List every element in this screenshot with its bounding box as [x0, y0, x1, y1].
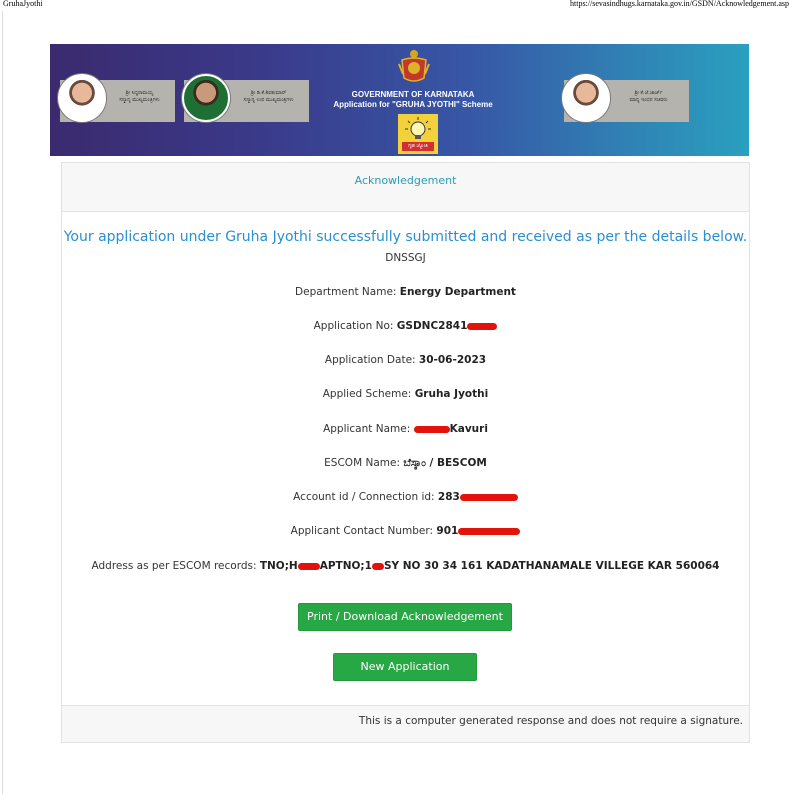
- print-url: https://sevasindhugs.karnataka.gov.in/GS…: [570, 0, 789, 8]
- address-part2: APTNO;1: [319, 560, 372, 572]
- gov-title: GOVERNMENT OF KARNATAKA Application for …: [320, 90, 506, 110]
- chief-minister-photo: [58, 74, 106, 122]
- scheme-value: Gruha Jyothi: [414, 388, 489, 400]
- energy-minister-photo: [562, 74, 610, 122]
- address-part1: TNO;H: [259, 560, 298, 572]
- chief-minister-caption: ಶ್ರೀ ಸಿದ್ದರಾಮಯ್ಯ ಸನ್ಮಾನ್ಯ ಮುಖ್ಯಮಂತ್ರಿಗಳು: [119, 90, 160, 103]
- gov-title-line1: GOVERNMENT OF KARNATAKA: [351, 90, 475, 99]
- redaction-mark: [371, 562, 384, 570]
- application-no-value: GSDNC2841: [396, 320, 468, 332]
- energy-minister-caption: ಶ್ರೀ ಕೆ.ಜೆ.ಜಾರ್ಜ್ ಮಾನ್ಯ ಇಂಧನ ಸಚಿವರು: [629, 90, 668, 103]
- escom-value: ಬೆಸ್ಕಾಂ / BESCOM: [403, 457, 487, 469]
- application-date-label: Application Date:: [324, 354, 419, 366]
- redaction-mark: [297, 562, 320, 570]
- deputy-cm-photo: [182, 74, 230, 122]
- account-row: Account id / Connection id: 283: [62, 491, 749, 503]
- applicant-name-label: Applicant Name:: [323, 423, 414, 435]
- applicant-name-value: Kavuri: [449, 423, 488, 435]
- redaction-mark: [467, 322, 498, 330]
- department-value: Energy Department: [399, 286, 516, 298]
- application-date-value: 30-06-2023: [418, 354, 487, 366]
- redaction-mark: [459, 493, 518, 501]
- acknowledgement-card: Acknowledgement Your application under G…: [61, 162, 750, 743]
- redaction-mark: [413, 425, 450, 433]
- contact-label: Applicant Contact Number:: [290, 525, 437, 537]
- success-message: Your application under Gruha Jyothi succ…: [63, 229, 748, 245]
- print-page-title: GruhaJyothi: [3, 0, 43, 8]
- karnataka-emblem-icon: [398, 50, 430, 82]
- scheme-row: Applied Scheme: Gruha Jyothi: [62, 388, 749, 400]
- gruha-jyothi-logo: ಗೃಹ ಜ್ಯೋತಿ: [398, 114, 438, 154]
- application-no-row: Application No: GSDNC2841: [62, 320, 749, 332]
- energy-minister-panel: ಶ್ರೀ ಕೆ.ಜೆ.ಜಾರ್ಜ್ ಮಾನ್ಯ ಇಂಧನ ಸಚಿವರು: [562, 74, 689, 122]
- print-header: GruhaJyothi https://sevasindhugs.karnata…: [0, 0, 789, 12]
- escom-row: ESCOM Name: ಬೆಸ್ಕಾಂ / BESCOM: [62, 457, 749, 470]
- card-header: Acknowledgement: [62, 163, 749, 212]
- chief-minister-panel: ಶ್ರೀ ಸಿದ್ದರಾಮಯ್ಯ ಸನ್ಮಾನ್ಯ ಮುಖ್ಯಮಂತ್ರಿಗಳು: [58, 74, 175, 122]
- reference-code: DNSSGJ: [385, 252, 426, 264]
- footer-note: This is a computer generated response an…: [358, 715, 743, 727]
- gov-banner: ಶ್ರೀ ಸಿದ್ದರಾಮಯ್ಯ ಸನ್ಮಾನ್ಯ ಮುಖ್ಯಮಂತ್ರಿಗಳು…: [50, 44, 749, 156]
- account-label: Account id / Connection id:: [293, 491, 438, 503]
- applicant-name-row: Applicant Name: Kavuri: [62, 423, 749, 435]
- contact-value: 901: [436, 525, 459, 537]
- new-application-button[interactable]: New Application: [333, 653, 477, 681]
- gov-title-line2: Application for "GRUHA JYOTHI" Scheme: [333, 100, 493, 109]
- deputy-cm-panel: ಶ್ರೀ ಡಿ.ಕೆ.ಶಿವಕುಮಾರ್ ಸನ್ಮಾನ್ಯ ಉಪ ಮುಖ್ಯಮಂ…: [182, 74, 309, 122]
- application-date-row: Application Date: 30-06-2023: [62, 354, 749, 366]
- address-label: Address as per ESCOM records:: [91, 560, 260, 572]
- card-header-title: Acknowledgement: [354, 174, 457, 187]
- department-label: Department Name:: [295, 286, 400, 298]
- escom-label: ESCOM Name:: [324, 457, 404, 469]
- gruha-jyothi-logo-text: ಗೃಹ ಜ್ಯೋತಿ: [408, 143, 428, 149]
- page-left-border: [2, 11, 3, 794]
- application-no-label: Application No:: [313, 320, 397, 332]
- redaction-mark: [458, 527, 521, 535]
- deputy-cm-caption: ಶ್ರೀ ಡಿ.ಕೆ.ಶಿವಕುಮಾರ್ ಸನ್ಮಾನ್ಯ ಉಪ ಮುಖ್ಯಮಂ…: [243, 90, 294, 103]
- contact-row: Applicant Contact Number: 901: [62, 525, 749, 537]
- card-footer: This is a computer generated response an…: [62, 705, 749, 742]
- account-value: 283: [437, 491, 460, 503]
- address-part3: SY NO 30 34 161 KADATHANAMALE VILLEGE KA…: [383, 560, 720, 572]
- address-row: Address as per ESCOM records: TNO;H APTNO…: [62, 560, 749, 572]
- print-download-button[interactable]: Print / Download Acknowledgement: [298, 603, 512, 631]
- department-row: Department Name: Energy Department: [62, 286, 749, 298]
- scheme-label: Applied Scheme:: [322, 388, 415, 400]
